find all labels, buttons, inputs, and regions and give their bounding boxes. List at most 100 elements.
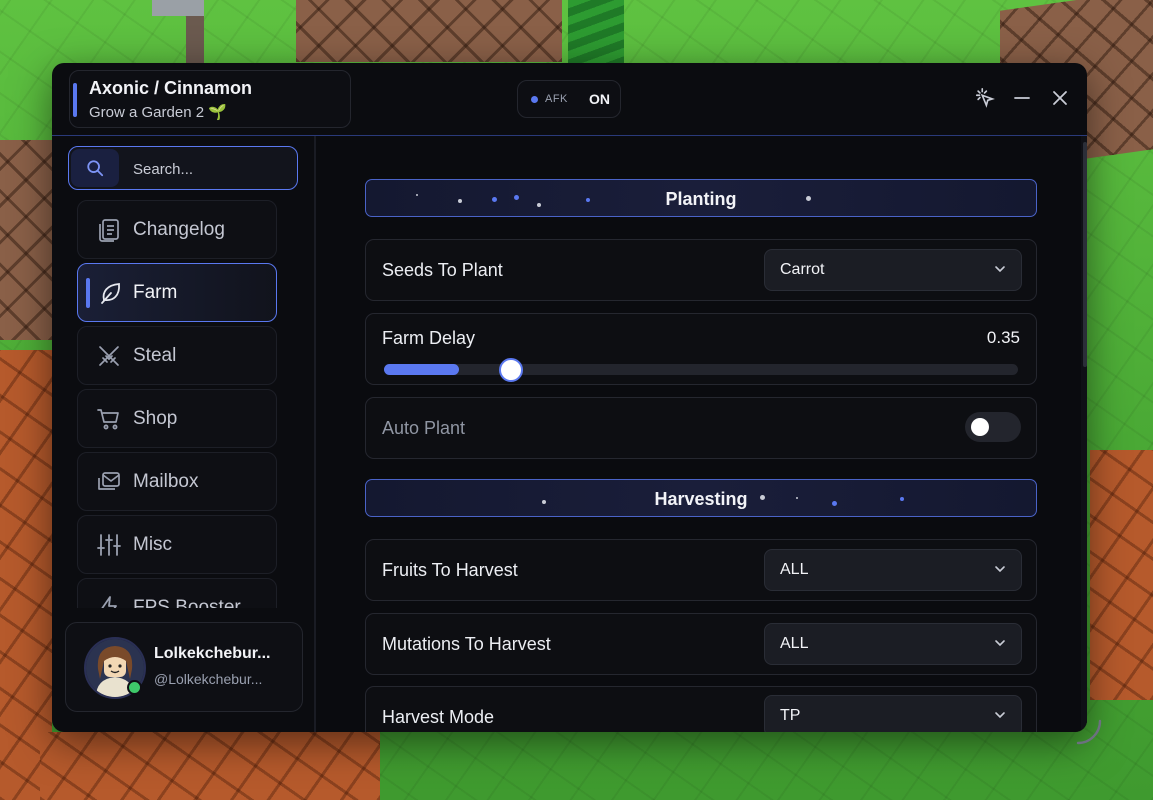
subtitle-text: Grow a Garden 2 [89,104,205,121]
window-subtitle: Grow a Garden 2 🌱 [89,103,227,121]
farm-delay-slider[interactable] [384,358,1018,382]
fruits-to-harvest-dropdown[interactable]: ALL [764,549,1022,591]
leaf-icon [101,283,120,304]
sidebar-item-label: Mailbox [133,471,199,492]
sidebar-item-steal[interactable]: Steal [77,326,277,385]
sidebar-item-label: Misc [133,534,173,555]
search-icon [71,149,119,187]
resize-handle-icon[interactable] [1072,715,1102,745]
cursor-click-icon[interactable] [972,85,998,111]
user-profile-card[interactable]: Lolkekchebur... @Lolkekchebur... [65,622,303,712]
content-scrollbar[interactable] [1081,136,1087,732]
sparkle-dot [416,194,418,196]
harvest-mode-label: Harvest Mode [382,707,495,727]
section-title: Harvesting [654,489,748,509]
row-fruits-to-harvest: Fruits To Harvest ALL [365,539,1037,601]
row-harvest-mode: Harvest Mode TP [365,686,1037,732]
sparkle-dot [832,501,837,506]
slider-fill [384,364,459,375]
window-title: Axonic / Cinnamon [89,78,253,98]
sparkle-dot [537,203,541,207]
sparkle-dot [492,197,497,202]
mailbox-icon [98,472,120,490]
afk-status-dot [531,96,538,103]
row-seeds-to-plant: Seeds To Plant Carrot [365,239,1037,301]
mailbox-top [152,0,204,16]
afk-label: AFK [545,93,568,105]
sliders-icon [97,534,121,556]
farm-delay-label: Farm Delay [382,328,476,348]
chevron-down-icon [995,566,1005,573]
title-accent-bar [73,83,77,117]
harvest-mode-dropdown[interactable]: TP [764,695,1022,732]
farm-delay-value: 0.35 [986,328,1020,347]
seeds-to-plant-dropdown[interactable]: Carrot [764,249,1022,291]
script-window: Axonic / Cinnamon Grow a Garden 2 🌱 AFK … [52,63,1087,732]
wood-crate-left [0,140,52,340]
mutations-to-harvest-dropdown[interactable]: ALL [764,623,1022,665]
close-icon[interactable] [1047,85,1073,111]
lightning-icon [101,596,117,608]
auto-plant-label: Auto Plant [382,418,466,438]
sparkle-dot [586,198,590,202]
online-status-dot [127,680,142,695]
title-box: Axonic / Cinnamon Grow a Garden 2 🌱 [69,70,351,128]
slider-handle[interactable] [499,358,523,382]
fruits-to-harvest-label: Fruits To Harvest [382,560,518,580]
section-header-harvesting: Harvesting [365,479,1037,517]
title-bar: Axonic / Cinnamon Grow a Garden 2 🌱 AFK … [52,63,1087,136]
sidebar-item-label: Steal [133,345,177,366]
search-box[interactable] [68,146,298,190]
sidebar-item-changelog[interactable]: Changelog [77,200,277,259]
afk-state: ON [589,91,610,107]
main-content: Planting Seeds To Plant Carrot Farm Dela… [316,136,1087,732]
sidebar-item-misc[interactable]: Misc [77,515,277,574]
sidebar-nav: Changelog Farm Steal Shop Mailbox Misc F… [52,198,314,608]
toggle-knob [971,418,989,436]
sidebar-item-label: Shop [133,408,178,429]
active-indicator [86,278,90,308]
dirt-plot-bottom [40,732,380,800]
row-auto-plant: Auto Plant [365,397,1037,459]
minimize-icon[interactable] [1009,85,1035,111]
sprout-icon: 🌱 [208,104,227,121]
sparkle-dot [760,495,765,500]
row-farm-delay: Farm Delay 0.35 [365,313,1037,385]
sidebar-item-farm[interactable]: Farm [77,263,277,322]
dropdown-value: Carrot [780,261,825,278]
sparkle-dot [458,199,462,203]
seeds-to-plant-label: Seeds To Plant [382,260,503,280]
sidebar-item-fps-booster[interactable]: FPS Booster [77,578,277,608]
chevron-down-icon [995,640,1005,647]
section-title: Planting [665,189,737,209]
sidebar-item-label: Changelog [133,219,225,240]
dirt-plot-right [1090,450,1153,700]
chevron-down-icon [995,266,1005,273]
changelog-icon [99,219,119,242]
profile-handle: @Lolkekchebur... [154,671,263,687]
row-mutations-to-harvest: Mutations To Harvest ALL [365,613,1037,675]
sparkle-dot [796,497,798,499]
section-header-planting: Planting [365,179,1037,217]
wood-crate-top [296,0,562,62]
dropdown-value: ALL [780,635,809,652]
dropdown-value: ALL [780,561,809,578]
sparkle-dot [542,500,546,504]
sidebar-item-mailbox[interactable]: Mailbox [77,452,277,511]
afk-toggle[interactable]: AFK ON [517,80,621,118]
sparkle-dot [514,195,519,200]
plant-stalk [568,0,624,70]
chevron-down-icon [995,712,1005,719]
sparkle-dot [806,196,811,201]
profile-name: Lolkekchebur... [154,645,271,662]
mutations-to-harvest-label: Mutations To Harvest [382,634,551,654]
sidebar: Changelog Farm Steal Shop Mailbox Mi [52,136,316,732]
scrollbar-thumb[interactable] [1083,142,1087,367]
sidebar-item-label: FPS Booster [133,597,241,608]
sparkle-dot [900,497,904,501]
auto-plant-toggle[interactable] [965,412,1021,442]
swords-icon [99,346,119,366]
sidebar-item-label: Farm [133,282,178,303]
sidebar-item-shop[interactable]: Shop [77,389,277,448]
search-input[interactable] [131,157,285,181]
